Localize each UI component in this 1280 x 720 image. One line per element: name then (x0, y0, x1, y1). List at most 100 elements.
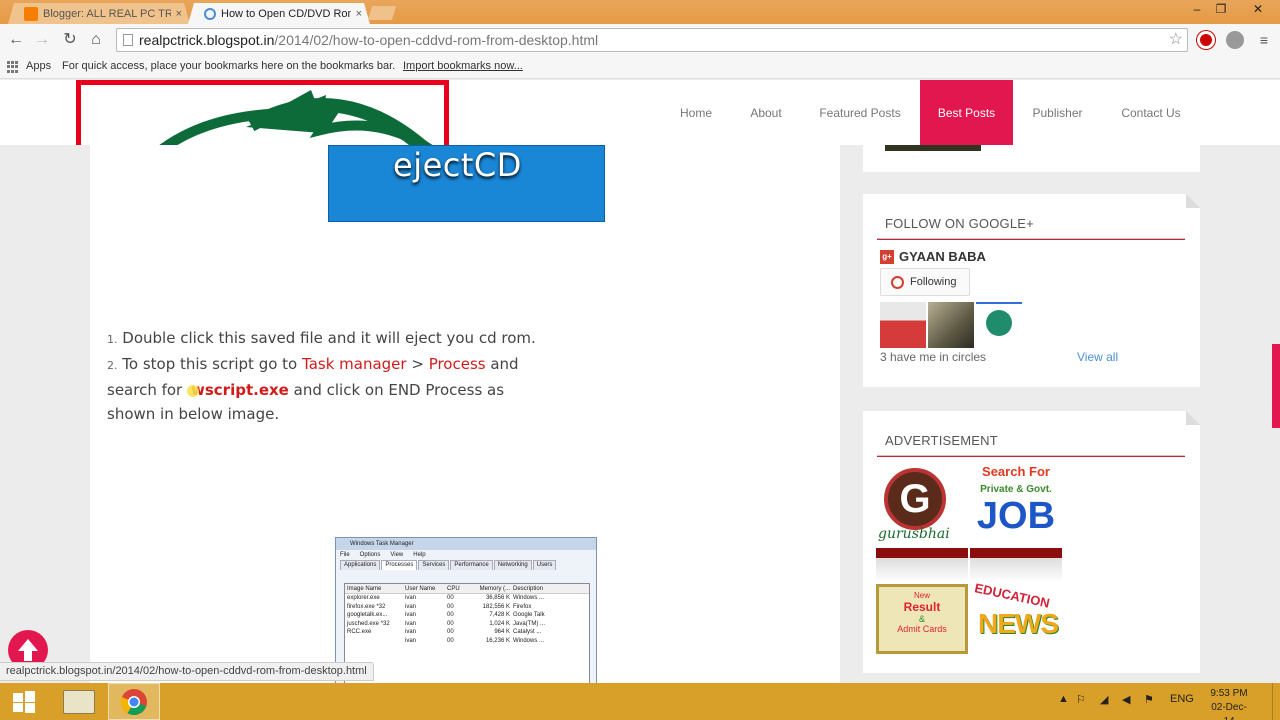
import-bookmarks-link[interactable]: Import bookmarks now... (403, 60, 523, 72)
table-cell: Google Talk (513, 612, 545, 618)
google-plus-icon: g+ (880, 249, 894, 264)
page-icon (123, 34, 133, 46)
close-window-button[interactable]: ✕ (1238, 2, 1278, 16)
nav-about[interactable]: About (738, 80, 794, 145)
tab-blogger[interactable]: Blogger: ALL REAL PC TRICKS × (8, 3, 190, 24)
arrow-icon (159, 90, 433, 145)
back-button[interactable]: ← (6, 30, 26, 50)
scrollbar-thumb[interactable] (1272, 344, 1280, 428)
profile-name-text: GYAAN BABA (899, 249, 986, 264)
nav-contact-us[interactable]: Contact Us (1108, 80, 1194, 145)
tm-col: User Name (405, 586, 436, 592)
widget-title: ADVERTISEMENT (885, 433, 998, 448)
tab-close-icon[interactable]: × (356, 8, 362, 20)
avatar[interactable] (880, 302, 926, 348)
network-share-icon[interactable]: ⚐ (1076, 693, 1086, 706)
chrome-taskbar-button[interactable] (108, 683, 160, 720)
windows-icon (13, 690, 35, 713)
table-row: RCC.exe ivan 00 964 K Catalyst ... (345, 628, 589, 637)
nav-best-posts[interactable]: Best Posts (920, 80, 1013, 145)
tm-title: Windows Task Manager (336, 538, 596, 550)
show-hidden-icons[interactable]: ▲ (1058, 693, 1069, 705)
home-button[interactable]: ⌂ (86, 30, 106, 50)
bookmarks-hint: For quick access, place your bookmarks h… (62, 60, 396, 72)
tab-current-page[interactable]: How to Open CD/DVD Rom × (188, 3, 370, 24)
menu-icon[interactable]: ≡ (1254, 30, 1274, 50)
site-logo[interactable] (76, 80, 449, 145)
nav-home[interactable]: Home (668, 80, 724, 145)
table-cell: ivan (405, 620, 417, 627)
profile-name[interactable]: g+ GYAAN BABA (880, 249, 986, 264)
table-cell: 00 (447, 612, 454, 618)
page-viewport: ejectCD 1. Double click this saved file … (0, 80, 1280, 683)
table-cell: firefox.exe *32 (347, 603, 386, 610)
new-tab-button[interactable] (368, 6, 396, 20)
extension-icon[interactable] (1197, 31, 1215, 49)
table-cell: 182,556 K (482, 603, 510, 610)
follow-google-widget: FOLLOW ON GOOGLE+ g+ GYAAN BABA Followin… (863, 194, 1200, 387)
signal-icon[interactable]: ◢ (1100, 693, 1108, 706)
tm-tab: Processes (381, 560, 418, 570)
minimize-button[interactable]: – (1186, 2, 1208, 16)
table-cell: Windows ... (513, 637, 545, 644)
table-cell: 00 (447, 637, 454, 644)
widget-title: FOLLOW ON GOOGLE+ (885, 216, 1034, 231)
table-cell: googletalk.ex... (347, 612, 388, 618)
apps-icon[interactable] (7, 61, 19, 73)
tm-col: Description (513, 586, 544, 592)
table-cell: ivan (405, 603, 417, 610)
apps-link[interactable]: Apps (26, 60, 51, 72)
table-row: ivan 00 16,236 K Windows ... (345, 637, 589, 646)
result-admit-card-ad[interactable]: New Result & Admit Cards (876, 584, 968, 654)
process-link[interactable]: Process (429, 355, 486, 373)
task-manager-link[interactable]: Task manager (302, 355, 407, 373)
tab-close-icon[interactable]: × (176, 8, 182, 20)
step-1: 1. Double click this saved file and it w… (107, 326, 547, 352)
system-clock[interactable]: 9:53 PM 02-Dec-14 (1206, 687, 1252, 720)
real-pc-trick-logo (986, 310, 1012, 336)
browser-toolbar: ← → ↻ ⌂ realpctrick.blogspot.in/2014/02/… (0, 24, 1280, 56)
forward-button[interactable]: → (32, 30, 52, 50)
nav-featured-posts[interactable]: Featured Posts (810, 80, 910, 145)
table-cell: 00 (447, 629, 454, 635)
extension-icon[interactable] (1226, 31, 1244, 49)
nav-publisher[interactable]: Publisher (1020, 80, 1095, 145)
file-explorer-button[interactable] (54, 683, 104, 720)
view-all-link[interactable]: View all (1077, 350, 1118, 364)
avatar[interactable] (976, 302, 1022, 348)
job-search-ad[interactable]: Search For Private & Govt. JOB (970, 464, 1062, 546)
taskbar: ▲ ⚐ ◢ ◀ ⚑ ENG 9:53 PM 02-Dec-14 (0, 683, 1280, 720)
table-cell: Catalyst ... (513, 629, 542, 635)
language-indicator[interactable]: ENG (1170, 693, 1194, 705)
following-button[interactable]: Following (880, 268, 970, 296)
ad-text: Search For (982, 464, 1050, 479)
reload-button[interactable]: ↻ (60, 30, 80, 50)
hands-banner (876, 548, 968, 582)
ad-text: Admit Cards (897, 624, 947, 634)
table-cell: 36,856 K (485, 595, 510, 601)
show-desktop-button[interactable] (1272, 683, 1280, 720)
wscript-link[interactable]: wscript.exe (191, 381, 289, 399)
gurusbhai-ad[interactable]: G gurusbhai (876, 464, 968, 546)
flag-icon[interactable]: ⚑ (1144, 693, 1154, 706)
url-host: realpctrick.blogspot.in (139, 32, 275, 48)
url-path: /2014/02/how-to-open-cddvd-rom-from-desk… (274, 32, 599, 48)
education-news-ad[interactable]: EDUCATION NEWS (970, 580, 1062, 654)
tab-title: Blogger: ALL REAL PC TRICKS (43, 7, 171, 20)
tm-tab: Services (418, 560, 450, 570)
start-button[interactable] (0, 683, 48, 720)
volume-icon[interactable]: ◀ (1122, 693, 1130, 706)
table-cell: 00 (447, 603, 454, 610)
tm-tab: Performance (450, 560, 493, 570)
maximize-button[interactable]: ❐ (1210, 2, 1232, 16)
bookmark-star-icon[interactable]: ☆ (1169, 29, 1183, 51)
hands-banner (970, 548, 1062, 582)
following-label: Following (910, 276, 957, 288)
table-cell: explorer.exe (347, 595, 380, 601)
address-bar[interactable]: realpctrick.blogspot.in/2014/02/how-to-o… (116, 28, 1188, 52)
avatar[interactable] (928, 302, 974, 348)
tm-tabs: Applications Processes Services Performa… (336, 560, 596, 570)
tm-menu-item: View (390, 552, 404, 558)
tm-tab: Users (532, 560, 557, 570)
folder-icon (63, 689, 95, 714)
